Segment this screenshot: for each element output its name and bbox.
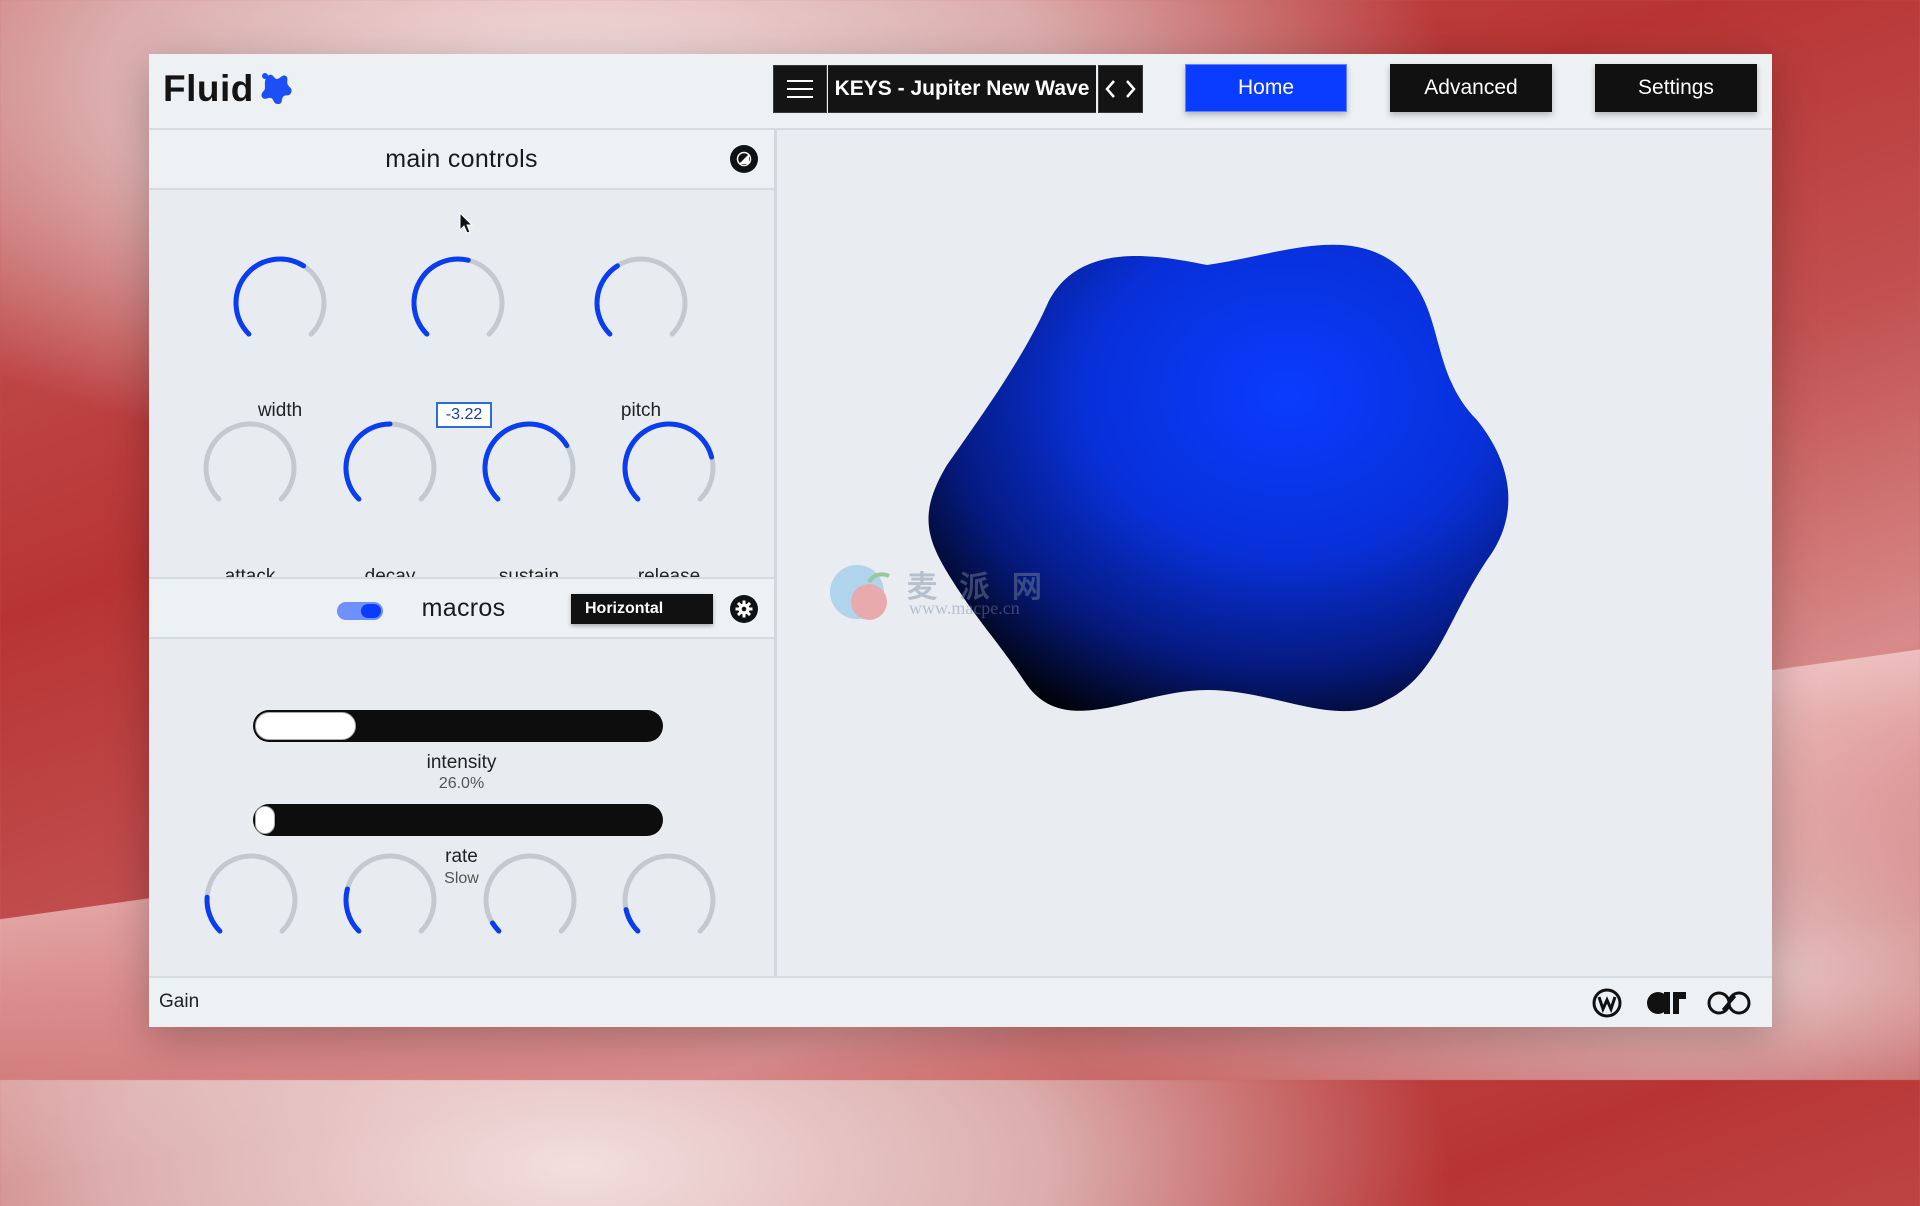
footer-bar: Gain bbox=[149, 976, 1772, 1027]
rate-slider[interactable] bbox=[253, 804, 663, 836]
knob-track bbox=[203, 421, 297, 502]
macros-title: macros bbox=[421, 593, 506, 622]
advanced-button[interactable]: Advanced bbox=[1390, 64, 1552, 112]
release-knob[interactable] bbox=[614, 413, 724, 523]
pitch-knob[interactable] bbox=[586, 248, 696, 358]
settings-button[interactable]: Settings bbox=[1595, 64, 1757, 112]
knob-value-arc bbox=[489, 920, 502, 934]
macro1-knob[interactable] bbox=[196, 845, 306, 955]
layout-dropdown[interactable]: Horizontal bbox=[571, 594, 713, 624]
knob-value-arc bbox=[343, 886, 362, 934]
knob-value-arc bbox=[623, 907, 641, 934]
knob-value-arc bbox=[594, 263, 620, 337]
width-knob[interactable] bbox=[225, 248, 335, 358]
intensity-value: 26.0% bbox=[438, 775, 485, 792]
knob-track bbox=[204, 853, 298, 934]
gain-label: Gain bbox=[159, 991, 200, 1012]
menu-button[interactable] bbox=[773, 65, 827, 113]
fluid-blob-shape bbox=[928, 244, 1509, 712]
randomize-button[interactable] bbox=[730, 145, 758, 173]
header-bar: Fluid KEYS - Jupiter New Wave Home Advan… bbox=[149, 54, 1772, 130]
hamburger-menu-icon bbox=[787, 80, 813, 98]
toggle-thumb bbox=[361, 604, 381, 618]
knob-track bbox=[343, 853, 437, 934]
macro4-knob[interactable] bbox=[614, 845, 724, 955]
gear-icon bbox=[735, 600, 753, 618]
w-brand-icon[interactable] bbox=[1592, 988, 1622, 1018]
knob-value-arc bbox=[343, 421, 393, 502]
intensity-slider-thumb[interactable] bbox=[255, 712, 357, 740]
fluid-splash-logo-icon bbox=[261, 73, 292, 104]
plugin-window: Fluid KEYS - Jupiter New Wave Home Advan… bbox=[149, 54, 1772, 1027]
contrast-half-icon bbox=[736, 151, 752, 167]
app-logo-text: Fluid bbox=[163, 68, 254, 109]
knob-value-arc bbox=[411, 256, 471, 337]
main-controls-title: main controls bbox=[385, 144, 538, 173]
macros-settings-button[interactable] bbox=[730, 595, 758, 623]
preset-name-display[interactable]: KEYS - Jupiter New Wave bbox=[828, 65, 1096, 113]
intensity-label: intensity bbox=[426, 752, 497, 773]
intensity-slider[interactable] bbox=[253, 710, 663, 742]
controls-panel: main controls width -3.22 pitch attack d… bbox=[149, 130, 777, 1017]
macro3-knob[interactable] bbox=[475, 845, 585, 955]
knob-value-arc bbox=[622, 421, 715, 502]
mouse-cursor-icon bbox=[459, 212, 474, 234]
main-controls-header: main controls bbox=[149, 130, 774, 190]
preset-nav-arrows bbox=[1098, 65, 1143, 113]
at-brand-icon[interactable] bbox=[1644, 988, 1688, 1018]
chevron-right-icon[interactable] bbox=[1125, 79, 1137, 99]
blob-visualizer bbox=[777, 130, 1772, 976]
knob-track bbox=[622, 853, 716, 934]
volume-knob[interactable] bbox=[403, 248, 513, 358]
home-button[interactable]: Home bbox=[1185, 64, 1347, 112]
watermark-url: www.macpe.cn bbox=[909, 598, 1020, 618]
knob-value-arc bbox=[204, 894, 223, 934]
macro2-knob[interactable] bbox=[335, 845, 445, 955]
link-loop-icon[interactable] bbox=[1705, 988, 1753, 1018]
chevron-left-icon[interactable] bbox=[1104, 79, 1116, 99]
decay-knob[interactable] bbox=[335, 413, 445, 523]
knob-track bbox=[483, 853, 577, 934]
attack-knob[interactable] bbox=[195, 413, 305, 523]
knob-value-arc bbox=[233, 256, 307, 337]
rate-slider-thumb[interactable] bbox=[255, 806, 275, 834]
sustain-knob[interactable] bbox=[474, 413, 584, 523]
watermark-logo-icon bbox=[830, 565, 890, 620]
macros-toggle[interactable] bbox=[337, 602, 383, 620]
